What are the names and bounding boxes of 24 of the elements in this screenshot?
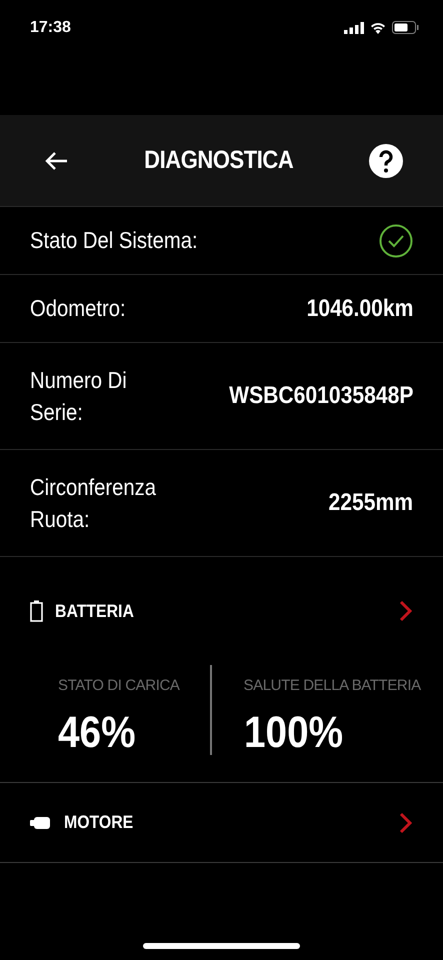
stat-value: 46% [58,708,136,758]
row-label: Numero Di Serie: [30,366,127,427]
row-value: 1046.00km [306,294,413,322]
chevron-right-icon [399,812,413,834]
stat-label: SALUTE DELLA BATTERIA [244,677,421,694]
engine-icon [30,816,52,830]
row-label: Stato Del Sistema: [30,226,198,256]
page-title: DIAGNOSTICA [144,146,294,175]
battery-icon [392,21,419,34]
stat-label: STATO DI CARICA [58,677,180,694]
stat-value: 100% [244,708,344,758]
battery-icon [30,600,43,622]
chevron-right-icon [399,600,413,622]
status-time: 17:38 [30,18,71,36]
row-value: WSBC601035848P [228,382,413,410]
help-icon[interactable] [369,144,403,178]
section-title: MOTORE [64,812,134,833]
wifi-icon [370,22,386,34]
section-title: BATTERIA [55,600,134,622]
row-value: 2255mm [328,489,413,517]
row-label: Circonferenza Ruota: [30,472,156,534]
row-label: Odometro: [30,294,126,324]
back-arrow-icon[interactable] [44,150,68,170]
signal-icon [344,22,364,34]
